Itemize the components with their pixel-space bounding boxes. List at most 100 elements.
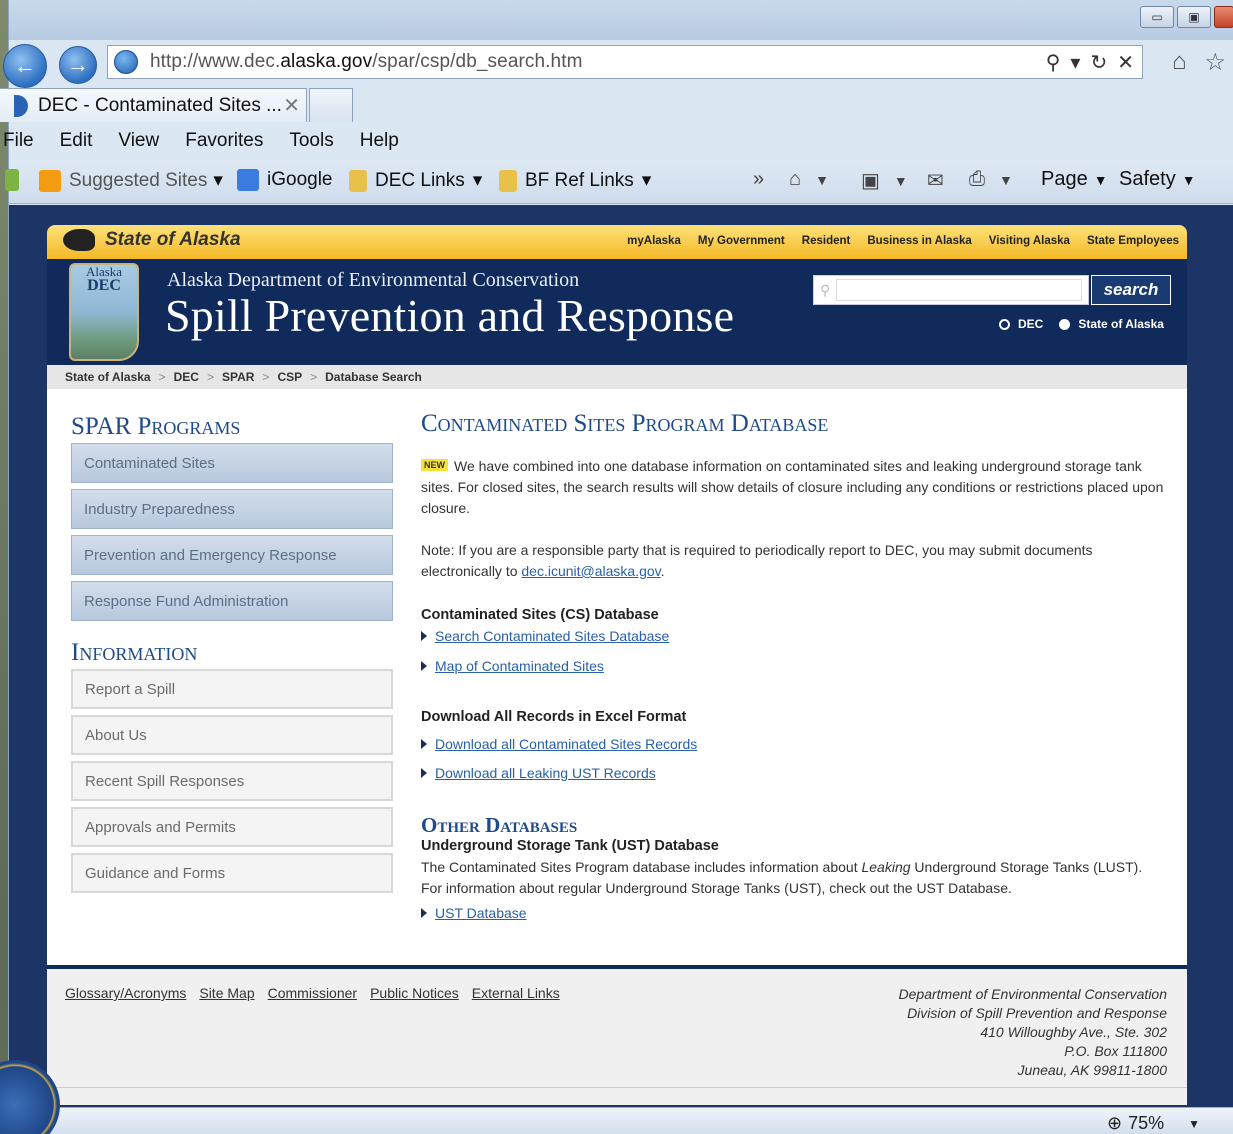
search-icon[interactable]: ⚲ xyxy=(1046,50,1061,75)
intro-paragraph: NEW We have combined into one database in… xyxy=(421,458,1164,516)
footer-public-notices-link[interactable]: Public Notices xyxy=(370,985,459,1001)
main-content: SPAR Programs Contaminated Sites Industr… xyxy=(47,389,1187,965)
arrow-icon xyxy=(421,908,427,918)
forward-button[interactable]: → xyxy=(59,46,97,84)
dropdown-arrow-icon[interactable]: ▾ xyxy=(1070,50,1080,75)
download-lust-records-link[interactable]: Download all Leaking UST Records xyxy=(435,765,656,781)
nav-contaminated-sites[interactable]: Contaminated Sites xyxy=(71,443,393,483)
address-bar-tools: ⚲ ▾ ↻ ✕ xyxy=(1046,50,1134,75)
menu-file[interactable]: File xyxy=(3,130,34,152)
igoogle-icon xyxy=(237,169,259,191)
breadcrumb-state[interactable]: State of Alaska xyxy=(65,370,151,384)
state-of-alaska-bar: State of Alaska myAlaska My Government R… xyxy=(47,225,1187,259)
left-navigation: SPAR Programs Contaminated Sites Industr… xyxy=(71,413,393,899)
ust-database-link[interactable]: UST Database xyxy=(435,905,527,921)
download-row-1: Download all Contaminated Sites Records xyxy=(421,734,1167,755)
refresh-icon[interactable]: ↻ xyxy=(1090,50,1107,75)
programs-heading: SPAR Programs xyxy=(71,413,241,440)
feeds-icon[interactable]: ▣ ▼ xyxy=(861,168,908,193)
link-state-employees[interactable]: State Employees xyxy=(1087,235,1179,247)
tab-close-icon[interactable]: ✕ xyxy=(283,93,300,118)
menu-tools[interactable]: Tools xyxy=(289,130,333,152)
email-link[interactable]: dec.icunit@alaska.gov xyxy=(521,563,660,579)
safety-menu[interactable]: Safety ▼ xyxy=(1119,168,1196,191)
footer-external-links-link[interactable]: External Links xyxy=(472,985,560,1001)
home-icon[interactable]: ⌂ xyxy=(1172,48,1187,77)
footer-sitemap-link[interactable]: Site Map xyxy=(199,985,254,1001)
close-button[interactable] xyxy=(1214,6,1233,28)
site-search-field[interactable]: ⚲ xyxy=(813,275,1089,305)
nav-industry-preparedness[interactable]: Industry Preparedness xyxy=(71,489,393,529)
breadcrumb-spar[interactable]: SPAR xyxy=(222,370,254,384)
menu-bar: File Edit View Favorites Tools Help xyxy=(3,122,1233,160)
nav-about-us[interactable]: About Us xyxy=(71,715,393,755)
link-myalaska[interactable]: myAlaska xyxy=(627,235,681,247)
search-button[interactable]: search xyxy=(1091,275,1171,305)
radio-dec[interactable] xyxy=(999,318,1010,330)
stop-icon[interactable]: ✕ xyxy=(1117,50,1134,75)
nav-response-fund-administration[interactable]: Response Fund Administration xyxy=(71,581,393,621)
nav-guidance-forms[interactable]: Guidance and Forms xyxy=(71,853,393,893)
division-title: Spill Prevention and Response xyxy=(165,290,735,341)
dec-logo[interactable]: Alaska DEC xyxy=(69,263,139,361)
nav-prevention-emergency-response[interactable]: Prevention and Emergency Response xyxy=(71,535,393,575)
footer-commissioner-link[interactable]: Commissioner xyxy=(268,985,357,1001)
menu-edit[interactable]: Edit xyxy=(60,130,93,152)
bear-icon xyxy=(63,229,95,251)
favorites-add-icon[interactable] xyxy=(5,169,27,191)
link-my-government[interactable]: My Government xyxy=(698,235,785,247)
link-resident[interactable]: Resident xyxy=(802,235,851,247)
fav-suggested-sites[interactable]: Suggested Sites ▾ xyxy=(39,169,223,192)
breadcrumb-dec[interactable]: DEC xyxy=(174,370,199,384)
maximize-button[interactable]: ▣ xyxy=(1177,6,1211,28)
print-icon[interactable]: ⎙ ▼ xyxy=(969,168,1013,191)
tab-active[interactable]: DEC - Contaminated Sites ... ✕ xyxy=(0,88,307,122)
nav-approvals-permits[interactable]: Approvals and Permits xyxy=(71,807,393,847)
zoom-control[interactable]: ⊕ 75% ▼ xyxy=(1107,1113,1200,1134)
favorites-star-icon[interactable]: ☆ xyxy=(1204,48,1226,77)
menu-favorites[interactable]: Favorites xyxy=(185,130,263,152)
new-badge: NEW xyxy=(421,459,448,471)
folder-icon xyxy=(349,169,367,192)
back-button[interactable]: ← xyxy=(3,44,47,88)
site-search-input[interactable] xyxy=(836,279,1082,301)
new-tab-button[interactable] xyxy=(309,88,353,122)
download-heading: Download All Records in Excel Format xyxy=(421,709,687,725)
footer-glossary-link[interactable]: Glossary/Acronyms xyxy=(65,985,186,1001)
minimize-button[interactable]: ▭ xyxy=(1140,6,1174,28)
url-text[interactable]: http://www.dec.alaska.gov/spar/csp/db_se… xyxy=(150,51,583,73)
arrow-icon xyxy=(421,768,427,778)
home-command-icon[interactable]: ⌂ ▼ xyxy=(789,168,829,191)
radio-state-of-alaska[interactable] xyxy=(1059,318,1071,330)
zoom-dropdown-icon[interactable]: ▼ xyxy=(1188,1117,1200,1131)
navigation-row: ← → http://www.dec.alaska.gov/spar/csp/d… xyxy=(3,40,1233,88)
title-bar: ▭ ▣ xyxy=(9,0,1233,40)
state-of-alaska-logo[interactable]: State of Alaska xyxy=(63,229,241,251)
page-viewport: State of Alaska myAlaska My Government R… xyxy=(9,205,1233,1107)
menu-help[interactable]: Help xyxy=(360,130,399,152)
zoom-icon: ⊕ xyxy=(1106,1113,1123,1133)
fav-dec-links[interactable]: DEC Links ▾ xyxy=(349,169,482,192)
download-cs-records-link[interactable]: Download all Contaminated Sites Records xyxy=(435,736,697,752)
chevron-more-icon[interactable]: » xyxy=(753,168,764,191)
site-footer: Glossary/Acronyms Site Map Commissioner … xyxy=(47,965,1187,1105)
map-cs-link[interactable]: Map of Contaminated Sites xyxy=(435,658,604,674)
breadcrumb-csp[interactable]: CSP xyxy=(277,370,302,384)
fav-bf-ref-links[interactable]: BF Ref Links ▾ xyxy=(499,169,651,192)
address-bar[interactable]: http://www.dec.alaska.gov/spar/csp/db_se… xyxy=(107,45,1143,79)
arrow-icon xyxy=(421,739,427,749)
arrow-icon xyxy=(421,631,427,641)
menu-view[interactable]: View xyxy=(118,130,159,152)
link-visiting[interactable]: Visiting Alaska xyxy=(989,235,1070,247)
fav-igoogle[interactable]: iGoogle xyxy=(237,169,333,191)
search-cs-database-link[interactable]: Search Contaminated Sites Database xyxy=(435,628,669,644)
link-business[interactable]: Business in Alaska xyxy=(867,235,971,247)
page-menu[interactable]: Page ▼ xyxy=(1041,168,1108,191)
nav-recent-spill-responses[interactable]: Recent Spill Responses xyxy=(71,761,393,801)
mail-icon[interactable]: ✉ xyxy=(927,168,944,193)
nav-report-a-spill[interactable]: Report a Spill xyxy=(71,669,393,709)
note-paragraph: Note: If you are a responsible party tha… xyxy=(421,542,1093,579)
favorites-bar: Suggested Sites ▾ iGoogle DEC Links ▾ BF R… xyxy=(5,160,1233,204)
other-databases-heading: Other Databases xyxy=(421,813,578,837)
breadcrumb-current: Database Search xyxy=(325,370,422,384)
